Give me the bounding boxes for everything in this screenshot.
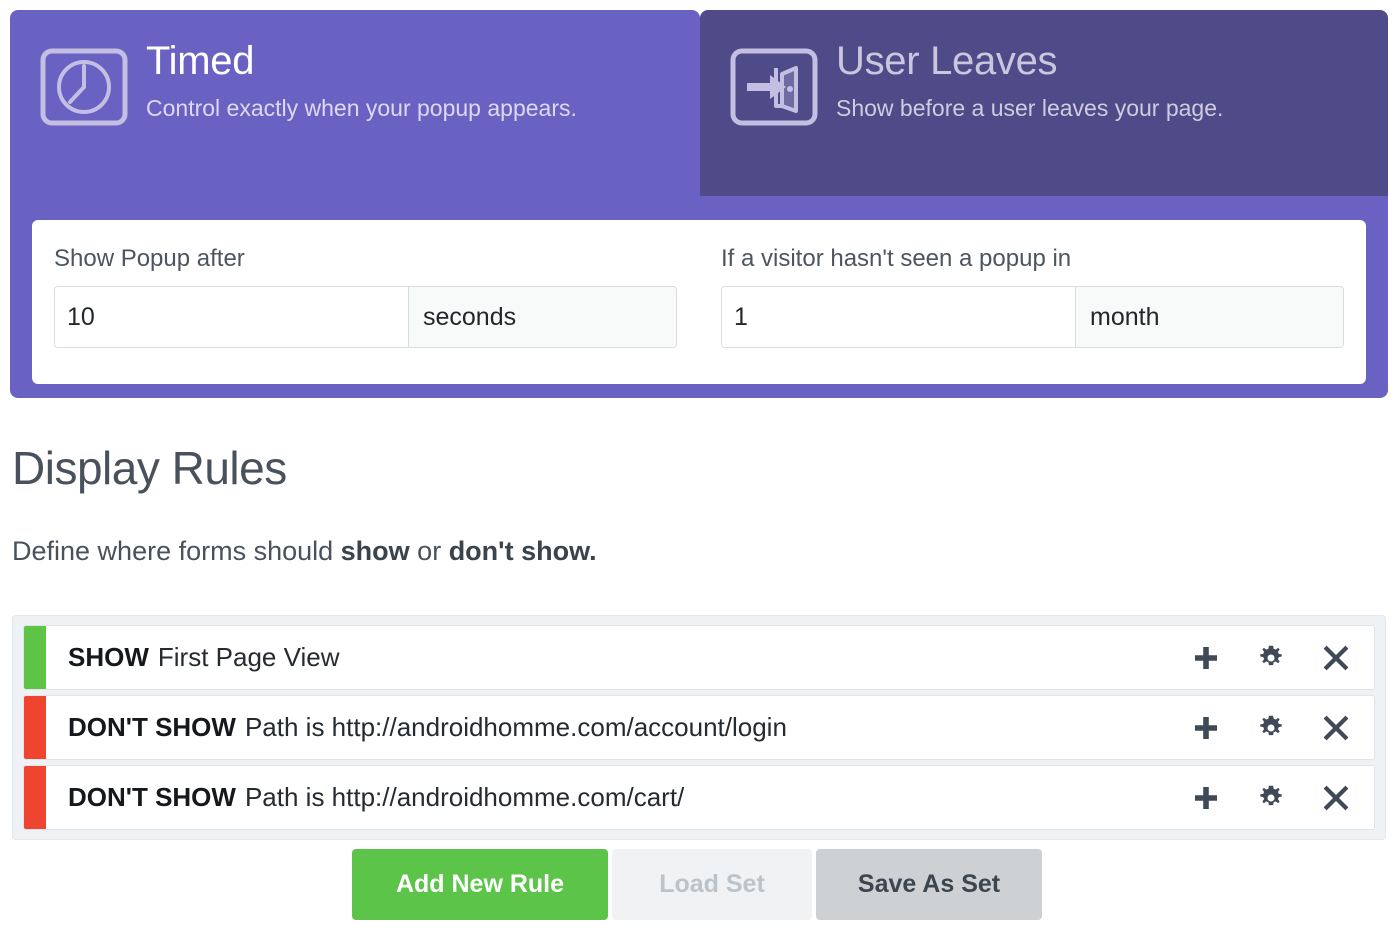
display-rules-page: Timed Control exactly when your popup ap… <box>0 0 1398 936</box>
display-rules-heading: Display Rules <box>12 442 287 494</box>
field-group-visitor-frequency: If a visitor hasn't seen a popup in mont… <box>699 220 1366 384</box>
close-icon[interactable] <box>1322 784 1350 812</box>
tab-user-leaves-text: User Leaves Show before a user leaves yo… <box>836 36 1247 124</box>
save-as-set-button[interactable]: Save As Set <box>816 849 1042 920</box>
tab-timed-subtitle: Control exactly when your popup appears. <box>146 95 577 121</box>
rule-actions <box>1192 766 1374 829</box>
tab-user-leaves[interactable]: User Leaves Show before a user leaves yo… <box>700 10 1388 196</box>
rule-text: DON'T SHOW Path is http://androidhomme.co… <box>46 766 1192 829</box>
tab-timed[interactable]: Timed Control exactly when your popup ap… <box>10 10 700 196</box>
trigger-panel: Timed Control exactly when your popup ap… <box>10 10 1388 398</box>
visitor-frequency-combo: month <box>721 286 1344 348</box>
add-icon[interactable] <box>1192 714 1220 742</box>
tab-user-leaves-title: User Leaves <box>836 39 1058 83</box>
rule-description: First Page View <box>157 642 340 672</box>
visitor-frequency-unit-select[interactable]: month <box>1075 287 1343 347</box>
rule-status-bar <box>24 696 46 759</box>
table-row[interactable]: DON'T SHOW Path is http://androidhomme.co… <box>23 695 1375 760</box>
trigger-settings-card: Show Popup after seconds If a visitor ha… <box>32 220 1366 384</box>
tab-timed-title: Timed <box>146 39 255 83</box>
settings-gear-icon[interactable] <box>1257 784 1285 812</box>
field-group-show-popup-after: Show Popup after seconds <box>32 220 699 384</box>
rule-actions <box>1192 696 1374 759</box>
rule-status-bar <box>24 766 46 829</box>
add-new-rule-button[interactable]: Add New Rule <box>352 849 608 920</box>
add-icon[interactable] <box>1192 644 1220 672</box>
exit-door-icon <box>730 48 818 126</box>
show-popup-after-input[interactable] <box>55 287 408 347</box>
close-icon[interactable] <box>1322 714 1350 742</box>
trigger-settings-body: Show Popup after seconds If a visitor ha… <box>10 196 1388 398</box>
settings-gear-icon[interactable] <box>1257 714 1285 742</box>
rule-action-label: DON'T SHOW <box>68 712 236 742</box>
subtitle-dont-show: don't show. <box>448 536 597 566</box>
rule-text: DON'T SHOW Path is http://androidhomme.co… <box>46 696 1192 759</box>
settings-gear-icon[interactable] <box>1257 644 1285 672</box>
table-row[interactable]: SHOW First Page View <box>23 625 1375 690</box>
subtitle-prefix: Define where forms should <box>12 536 341 566</box>
show-popup-after-label: Show Popup after <box>54 245 245 272</box>
tab-user-leaves-subtitle: Show before a user leaves your page. <box>836 95 1224 121</box>
rule-description: Path is http://androidhomme.com/account/… <box>244 712 787 742</box>
rule-action-label: DON'T SHOW <box>68 782 236 812</box>
load-set-button[interactable]: Load Set <box>612 849 812 920</box>
rule-status-bar <box>24 626 46 689</box>
visitor-frequency-label: If a visitor hasn't seen a popup in <box>721 245 1072 272</box>
subtitle-middle: or <box>409 536 449 566</box>
table-row[interactable]: DON'T SHOW Path is http://androidhomme.co… <box>23 765 1375 830</box>
rule-action-label: SHOW <box>68 642 149 672</box>
clock-icon <box>40 48 128 126</box>
close-icon[interactable] <box>1322 644 1350 672</box>
display-rules-subtitle: Define where forms should show or don't … <box>12 533 597 569</box>
rules-button-row: Add New Rule Load Set Save As Set <box>352 849 1042 920</box>
visitor-frequency-input[interactable] <box>722 287 1075 347</box>
trigger-tab-bar: Timed Control exactly when your popup ap… <box>10 10 1388 196</box>
show-popup-after-unit-select[interactable]: seconds <box>408 287 676 347</box>
tab-timed-text: Timed Control exactly when your popup ap… <box>146 36 601 124</box>
add-icon[interactable] <box>1192 784 1220 812</box>
rule-text: SHOW First Page View <box>46 626 1192 689</box>
display-rules-list: SHOW First Page View DON'T SHOW Path is … <box>12 615 1386 840</box>
show-popup-after-combo: seconds <box>54 286 677 348</box>
rule-actions <box>1192 626 1374 689</box>
subtitle-show: show <box>340 536 410 566</box>
rule-description: Path is http://androidhomme.com/cart/ <box>244 782 685 812</box>
